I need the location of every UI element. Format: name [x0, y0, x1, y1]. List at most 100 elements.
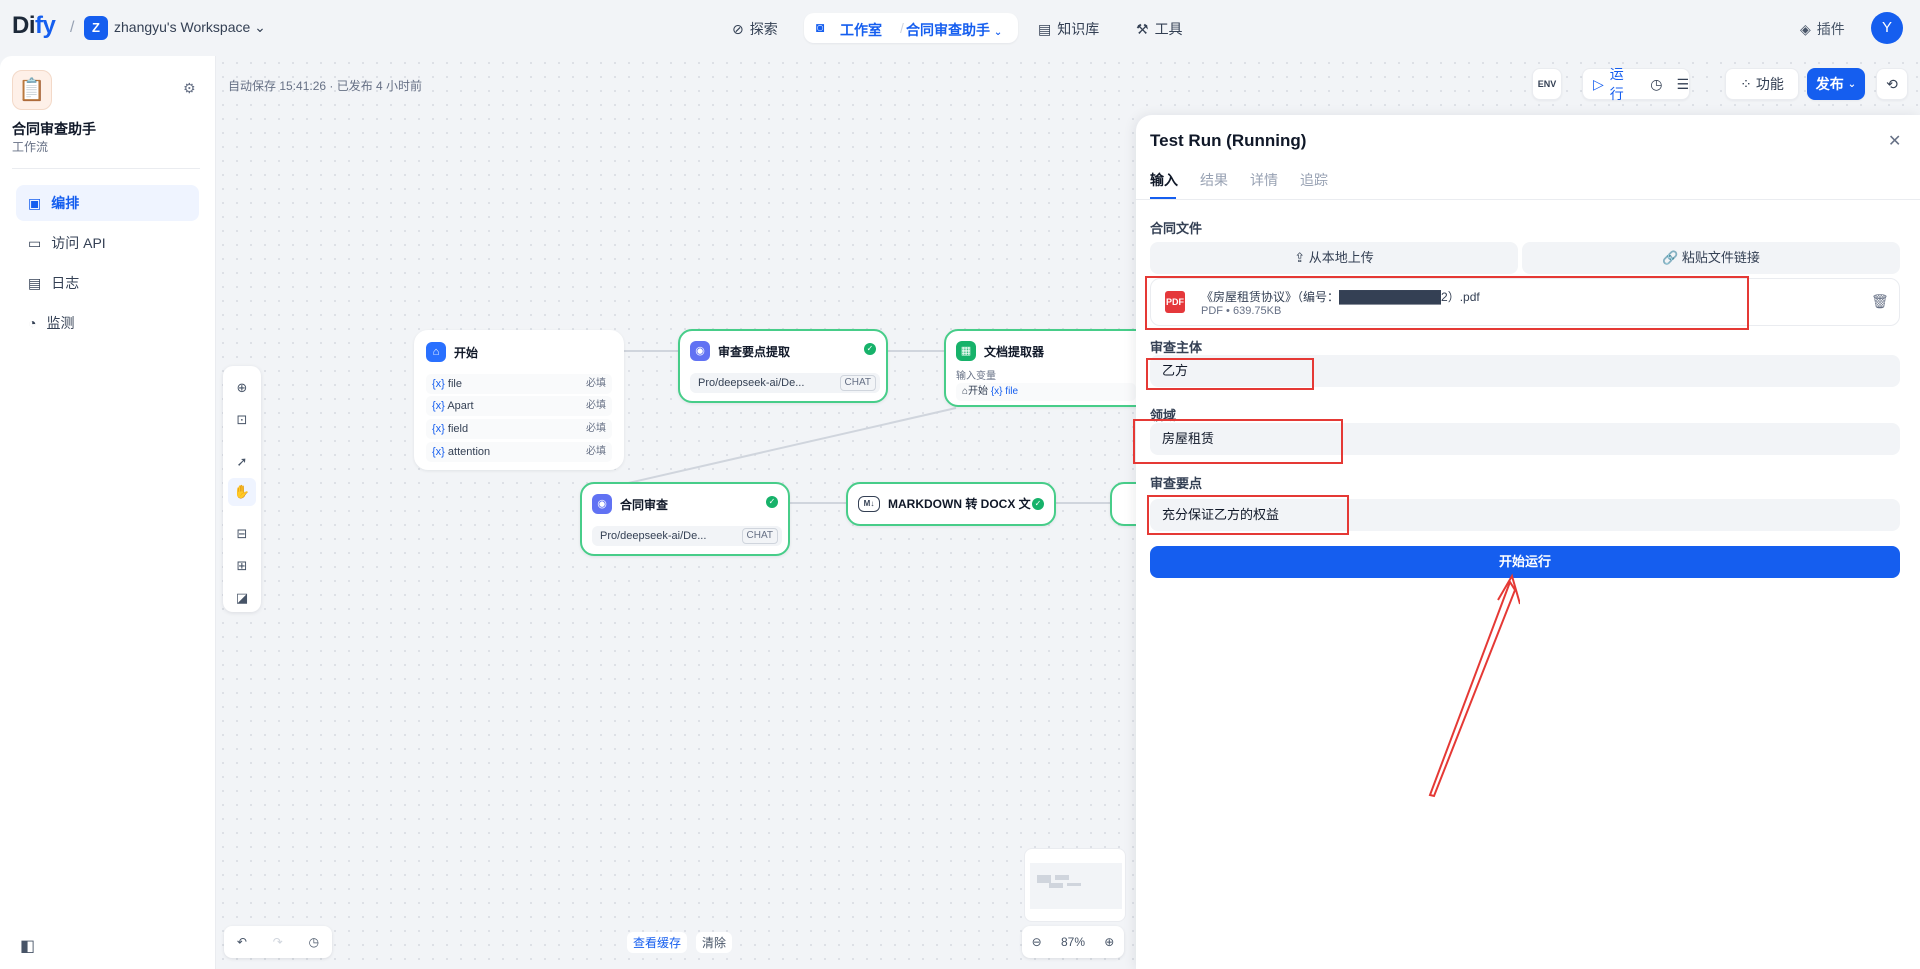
book-icon: ▤ [1038, 20, 1052, 37]
dify-logo[interactable]: Dify [12, 12, 56, 40]
node-llm-extract[interactable]: ◉ 审查要点提取 ✓ Pro/deepseek-ai/De... CHAT [678, 329, 888, 403]
node-llm-review[interactable]: ◉ 合同审查 ✓ Pro/deepseek-ai/De... CHAT [580, 482, 790, 556]
version-history-icon[interactable]: ⟲ [1876, 68, 1908, 100]
workspace-badge[interactable]: Z [84, 16, 108, 40]
file-field-label: 合同文件 [1150, 221, 1203, 236]
start-var-row: {x} attention 必填 [426, 442, 612, 462]
subject-field-label: 审查主体 [1150, 340, 1203, 355]
node-title: 文档提取器 [984, 344, 1045, 359]
nav-tools[interactable]: ⚒ 工具 [1136, 19, 1183, 39]
undo-icon[interactable]: ↶ [237, 935, 247, 949]
edge [790, 502, 846, 504]
sidebar-item-monitor[interactable]: ◔ 监测 [16, 305, 199, 341]
zoom-controls: ⊖ 87% ⊕ [1022, 926, 1124, 958]
nav-knowledge[interactable]: ▤ 知识库 [1038, 19, 1099, 39]
points-field-label: 审查要点 [1150, 476, 1203, 491]
success-check-icon: ✓ [1032, 498, 1044, 510]
start-var-row: {x} Apart 必填 [426, 396, 612, 416]
brain-icon: ◉ [592, 494, 612, 514]
zoom-level[interactable]: 87% [1061, 935, 1085, 949]
annotation-box-subject [1146, 358, 1314, 390]
clear-cache-button[interactable]: 清除 [696, 932, 733, 953]
paste-link-button[interactable]: 🔗 粘贴文件链接 [1522, 242, 1900, 274]
tab-input[interactable]: 输入 [1150, 170, 1178, 190]
edge [1056, 502, 1112, 504]
current-app-switcher[interactable]: 合同审查助手 ⌄ [906, 20, 1002, 40]
workspace-switcher[interactable]: zhangyu's Workspace ⌄ [114, 19, 266, 36]
export-image-icon[interactable]: ⊟ [223, 520, 261, 548]
annotation-box-file [1145, 276, 1749, 330]
edge-diagonal [623, 407, 957, 485]
close-icon[interactable]: ✕ [1888, 131, 1901, 151]
add-note-icon[interactable]: ⊡ [223, 406, 261, 434]
start-run-button[interactable]: 开始运行 [1150, 546, 1900, 578]
collapse-sidebar-icon[interactable]: ◧ [20, 936, 35, 956]
settings-sliders-icon[interactable]: ⚙ [183, 80, 196, 97]
node-doc-extractor[interactable]: ▦ 文档提取器 输入变量 ⌂开始 {x} file [944, 329, 1154, 407]
nav-studio-label: 工作室 [840, 22, 882, 38]
play-icon[interactable]: ▷ [1593, 76, 1604, 93]
tab-trace[interactable]: 追踪 [1300, 170, 1328, 190]
divider [1136, 199, 1920, 200]
minimap-viewport [1030, 863, 1122, 909]
pointer-icon[interactable]: ➚ [223, 448, 261, 476]
test-run-panel: Test Run (Running) ✕ 输入 结果 详情 追踪 合同文件 ⇪ … [1136, 115, 1920, 969]
view-cache-button[interactable]: 查看缓存 [627, 932, 688, 953]
success-check-icon: ✓ [864, 343, 876, 355]
annotation-box-domain [1133, 419, 1343, 464]
upload-local-button[interactable]: ⇪ 从本地上传 [1150, 242, 1518, 274]
sidebar-item-logs[interactable]: ▤ 日志 [16, 265, 199, 301]
document-icon: ▦ [956, 341, 976, 361]
plugins-link[interactable]: ◈ 插件 [1800, 19, 1845, 39]
app-sidebar: 📋 ⚙ 合同审查助手 工作流 ▣ 编排 ▭ 访问 API ▤ 日志 ◔ 监测 ◧ [0, 56, 216, 969]
zoom-in-icon[interactable]: ⊕ [1104, 935, 1114, 949]
canvas-tool-palette: ⊕ ⊡ ➚ ✋ ⊟ ⊞ ◪ [223, 366, 261, 612]
input-var-row: ⌂开始 {x} file [956, 383, 1136, 401]
gauge-icon: ◔ [28, 315, 37, 331]
trash-icon[interactable]: 🗑 [1871, 293, 1889, 310]
publish-button[interactable]: 发布 ⌄ [1807, 68, 1865, 100]
annotation-arrow [1428, 573, 1520, 798]
nav-explore[interactable]: ⊘ 探索 [732, 19, 778, 39]
env-button[interactable]: ENV [1532, 68, 1562, 100]
node-title: 开始 [454, 345, 479, 360]
organize-icon[interactable]: ⊞ [223, 552, 261, 580]
app-type: 工作流 [12, 140, 49, 154]
run-button[interactable]: 运行 [1610, 64, 1630, 104]
redo-icon[interactable]: ↷ [273, 935, 283, 949]
layout-icon: ▣ [28, 194, 42, 211]
upload-cloud-icon: ⇪ [1294, 250, 1306, 265]
chevron-down-icon: ⌄ [254, 19, 266, 35]
zoom-out-icon[interactable]: ⊖ [1032, 935, 1042, 949]
chevron-down-icon: ⌄ [1847, 78, 1857, 90]
home-icon: ⌂ [426, 342, 446, 362]
hand-icon[interactable]: ✋ [228, 478, 256, 506]
node-markdown-docx[interactable]: M↓ MARKDOWN 转 DOCX 文 ✓ [846, 482, 1056, 526]
link-icon: 🔗 [1662, 250, 1679, 265]
autosave-status: 自动保存 15:41:26 · 已发布 4 小时前 [228, 79, 423, 93]
top-bar: Dify / Z zhangyu's Workspace ⌄ ⊘ 探索 ◙ 工作室… [0, 0, 1920, 56]
input-var-label: 输入变量 [956, 371, 996, 382]
success-check-icon: ✓ [766, 496, 778, 508]
user-avatar[interactable]: Y [1871, 12, 1903, 44]
sidebar-item-api[interactable]: ▭ 访问 API [16, 225, 199, 261]
brain-icon: ◉ [690, 341, 710, 361]
minimap[interactable] [1024, 848, 1126, 922]
sidebar-item-orchestrate[interactable]: ▣ 编排 [16, 185, 199, 221]
features-button[interactable]: ⁘ 功能 [1725, 68, 1799, 100]
minimap-icon[interactable]: ◪ [223, 584, 261, 612]
add-node-icon[interactable]: ⊕ [223, 374, 261, 402]
node-start[interactable]: ⌂ 开始 {x} file 必填 {x} Apart 必填 {x} field 必填 {… [414, 330, 624, 470]
divider [12, 168, 200, 169]
tab-result[interactable]: 结果 [1200, 170, 1228, 190]
separator: / [70, 19, 75, 36]
nav-studio[interactable]: ◙ 工作室 / 合同审查助手 ⌄ [804, 13, 1018, 43]
history-icon[interactable]: ◷ [1650, 76, 1662, 93]
robot-icon: ◙ [816, 19, 825, 35]
tab-detail[interactable]: 详情 [1250, 170, 1278, 190]
checklist-icon[interactable]: ☰ [1676, 76, 1689, 93]
edge [888, 350, 944, 352]
edge [624, 350, 678, 352]
chevron-down-icon: ⌄ [993, 27, 1003, 38]
history-icon[interactable]: ◷ [309, 935, 319, 949]
